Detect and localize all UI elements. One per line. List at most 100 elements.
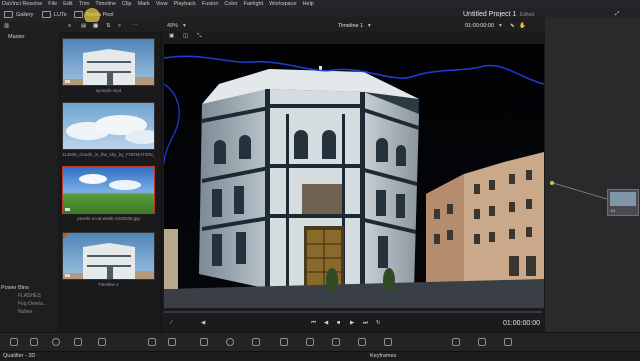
node-01[interactable]: 01 xyxy=(607,189,639,216)
loop-icon[interactable]: ↻ xyxy=(376,320,381,326)
highlight-icon[interactable]: ⤡ xyxy=(197,33,201,40)
timeline-name[interactable]: Timeline 1 xyxy=(338,23,363,29)
audio-icon[interactable]: ◀ xyxy=(201,320,205,326)
clip-thumbnail xyxy=(62,38,155,86)
menu-fusion[interactable]: Fusion xyxy=(202,1,219,7)
keyframes-panel-icon[interactable] xyxy=(452,338,460,346)
list-view-icon[interactable]: ≡ xyxy=(68,23,71,29)
clouds-thumb xyxy=(66,115,154,144)
viewer-controls: ⁄ ◀ ⏮ ◀ ■ ▶ ⏭ ↻ 01:00:00:00 xyxy=(161,308,545,332)
panel-layout-icon[interactable]: ▥ xyxy=(4,23,9,29)
power-bins: Power Bins FLASHES Fog Overla... Nubes xyxy=(0,284,58,316)
chevron-down-icon[interactable]: ▾ xyxy=(183,23,186,29)
scopes-icon[interactable] xyxy=(478,338,486,346)
info-icon[interactable] xyxy=(504,338,512,346)
menu-trim[interactable]: Trim xyxy=(79,1,90,7)
magic-mask-icon[interactable] xyxy=(280,338,288,346)
video-clip-icon xyxy=(65,80,70,83)
clip-name: Timeline 1 xyxy=(98,282,119,287)
tracker-icon[interactable] xyxy=(252,338,260,346)
scrubber-bar[interactable] xyxy=(164,311,542,313)
sizing-icon[interactable] xyxy=(358,338,366,346)
image-clip-icon xyxy=(65,208,70,211)
master-bin[interactable]: Master xyxy=(8,34,25,40)
pointer-icon[interactable]: ⬉ xyxy=(510,23,515,29)
menu-color[interactable]: Color xyxy=(224,1,237,7)
grab-icon[interactable]: ✋ xyxy=(519,23,526,29)
node-label: 01 xyxy=(611,208,616,213)
thumbnail-view-icon[interactable]: ▦ xyxy=(93,23,98,29)
qualifier-icon[interactable] xyxy=(200,338,208,346)
menu-workspace[interactable]: Workspace xyxy=(269,1,296,7)
window-icon[interactable] xyxy=(226,338,234,346)
go-to-start-icon[interactable]: ⏮ xyxy=(311,320,316,327)
timecode-top[interactable]: 01:00:00:00 xyxy=(465,23,494,29)
wipe-icon[interactable]: ◫ xyxy=(183,33,188,39)
clip-thumbnail xyxy=(62,232,155,280)
field-sky-thumb xyxy=(79,174,141,190)
key-icon[interactable] xyxy=(332,338,340,346)
sort-icon[interactable]: ⇅ xyxy=(106,23,111,29)
stop-icon[interactable]: ■ xyxy=(337,320,340,326)
color-match-icon[interactable] xyxy=(30,338,38,346)
bin-item[interactable]: Fog Overla... xyxy=(0,300,58,308)
menu-fairlight[interactable]: Fairlight xyxy=(244,1,264,7)
bin-panel: Master Power Bins FLASHES Fog Overla... … xyxy=(0,32,59,332)
gallery-button[interactable]: Gallery xyxy=(4,11,33,18)
split-view-icon[interactable]: ▣ xyxy=(169,33,174,39)
clip-item[interactable]: ejemplo.mp4 xyxy=(62,38,155,93)
gallery-label: Gallery xyxy=(16,11,34,18)
color-wheels-icon[interactable] xyxy=(52,338,60,346)
clip-thumbnail xyxy=(62,102,155,150)
media-pool: ejemplo.mp4 114836_clouds_in_the_sky_by_… xyxy=(58,32,162,332)
baptistery-frame xyxy=(164,44,544,308)
camera-raw-icon[interactable] xyxy=(10,338,18,346)
luts-button[interactable]: LUTs xyxy=(42,11,67,18)
node-thumbnail xyxy=(610,192,636,206)
menu-edit[interactable]: Edit xyxy=(63,1,72,7)
rgb-mixer-icon[interactable] xyxy=(74,338,82,346)
viewer-image[interactable] xyxy=(164,44,544,308)
menu-app[interactable]: DaVinci Resolve xyxy=(2,1,42,7)
viewer-options-icon[interactable]: ▾ xyxy=(499,23,502,29)
bin-item[interactable]: FLASHES xyxy=(0,292,58,300)
qualifier-panel-title: Qualifier - 3D xyxy=(3,353,36,359)
clip-thumbnail xyxy=(62,166,155,214)
search-icon[interactable]: ⌕ xyxy=(118,23,121,30)
zoom-select[interactable]: 49% xyxy=(167,23,178,29)
menu-view[interactable]: View xyxy=(156,1,168,7)
node-editor[interactable]: 01 xyxy=(545,17,640,332)
clip-item-selected[interactable]: pexels-scott-webb-1048039.jpg xyxy=(62,166,155,221)
blur-icon[interactable] xyxy=(306,338,314,346)
power-bins-label[interactable]: Power Bins xyxy=(0,284,58,292)
timeline-clip-icon xyxy=(65,274,70,277)
menu-timeline[interactable]: Timeline xyxy=(95,1,116,7)
menu-clip[interactable]: Clip xyxy=(122,1,131,7)
keyframes-panel-title: Keyframes xyxy=(370,353,397,359)
bin-item[interactable]: Nubes xyxy=(0,308,58,316)
menu-help[interactable]: Help xyxy=(303,1,314,7)
node-connections xyxy=(550,181,608,200)
luts-label: LUTs xyxy=(54,11,67,18)
eyedropper-icon[interactable]: ⁄ xyxy=(171,320,172,326)
timeline-dropdown-icon[interactable]: ▾ xyxy=(368,23,371,29)
menu-file[interactable]: File xyxy=(48,1,57,7)
clip-item[interactable]: Timeline 1 xyxy=(62,232,155,287)
clip-item[interactable]: 114836_clouds_in_the_sky_by_FORMATION_mo… xyxy=(62,102,155,157)
menu-mark[interactable]: Mark xyxy=(138,1,150,7)
clip-name: pexels-scott-webb-1048039.jpg xyxy=(77,216,140,221)
menu-playback[interactable]: Playback xyxy=(174,1,196,7)
metadata-view-icon[interactable]: ▤ xyxy=(81,23,86,29)
palette-bar xyxy=(0,332,640,352)
baptistery-thumb xyxy=(63,49,154,85)
clip-name: ejemplo.mp4 xyxy=(95,88,122,93)
options-icon[interactable]: ⋯ xyxy=(132,23,138,29)
go-to-end-icon[interactable]: ⏭ xyxy=(363,320,368,327)
curves-icon[interactable] xyxy=(148,338,156,346)
3d-icon[interactable] xyxy=(384,338,392,346)
play-icon[interactable]: ▶ xyxy=(350,320,354,326)
color-warper-icon[interactable] xyxy=(168,338,176,346)
play-reverse-icon[interactable]: ◀ xyxy=(324,320,328,326)
clip-name: 114836_clouds_in_the_sky_by_FORMATION_mo… xyxy=(62,152,155,157)
motion-effects-icon[interactable] xyxy=(98,338,106,346)
